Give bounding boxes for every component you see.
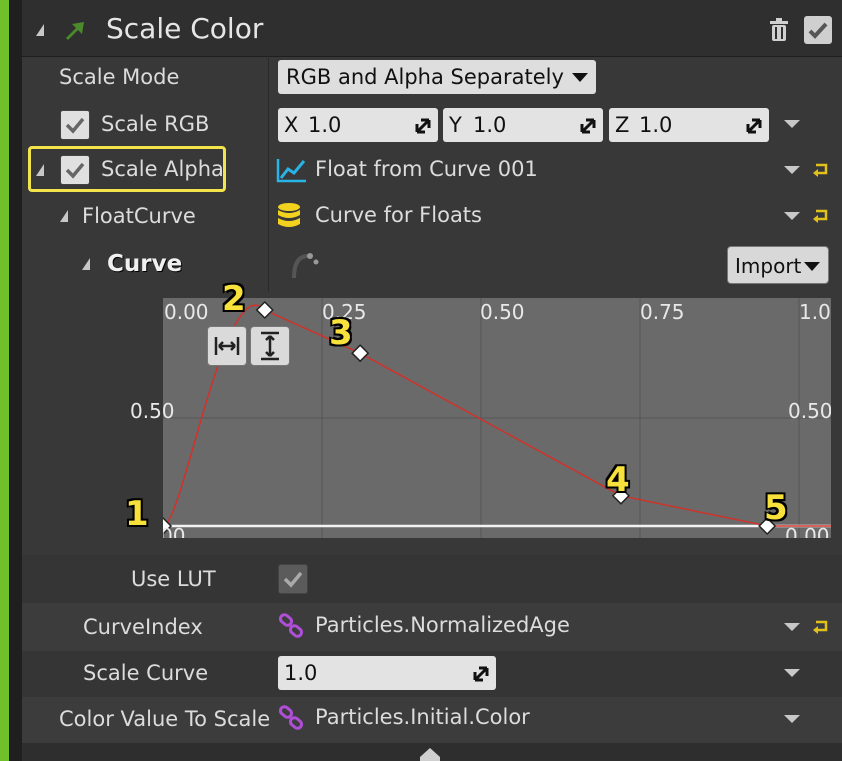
module-color-bar xyxy=(0,0,9,761)
fit-vertical-button[interactable] xyxy=(250,326,290,366)
curve-index-value[interactable]: Particles.NormalizedAge xyxy=(315,613,570,637)
row-color-value: Color Value To Scale Particles.Initial.C… xyxy=(22,697,842,743)
float-curve-label: FloatCurve xyxy=(82,204,196,228)
curve-tangent-icon[interactable] xyxy=(288,248,322,282)
z-axis-label: Z xyxy=(615,113,630,137)
x-tick-label: 0.00 xyxy=(164,300,209,324)
collapse-arrow-icon[interactable] xyxy=(36,24,44,36)
x-axis-label: X xyxy=(284,113,299,137)
module-title: Scale Color xyxy=(106,12,264,45)
curve-index-label: CurveIndex xyxy=(83,615,203,639)
chevron-down-icon[interactable] xyxy=(784,623,800,631)
scale-rgb-y-field[interactable]: Y 1.0 xyxy=(443,108,603,142)
x-tick-label: 0.50 xyxy=(480,300,525,324)
scale-alpha-checkbox[interactable] xyxy=(60,155,90,185)
chevron-down-icon[interactable] xyxy=(784,669,800,677)
reset-arrow-icon[interactable] xyxy=(812,161,830,177)
bottom-right-label: 0.00 xyxy=(785,524,830,538)
scale-rgb-checkbox[interactable] xyxy=(60,110,90,140)
scale-rgb-z-field[interactable]: Z 1.0 xyxy=(609,108,769,142)
chevron-down-icon xyxy=(804,262,820,271)
fit-vertical-icon xyxy=(261,331,279,361)
import-button-label: Import xyxy=(735,254,802,278)
expand-arrow-icon[interactable] xyxy=(414,117,432,135)
x-value: 1.0 xyxy=(308,113,342,137)
fit-horizontal-button[interactable] xyxy=(207,326,247,366)
use-lut-checkbox[interactable] xyxy=(278,564,308,594)
y-tick-label-left: 0.50 xyxy=(130,399,175,423)
x-tick-label: 0.75 xyxy=(640,300,685,324)
scale-rgb-label: Scale RGB xyxy=(101,112,210,136)
expand-arrow-icon[interactable] xyxy=(60,210,68,222)
z-value: 1.0 xyxy=(639,113,673,137)
row-scale-mode: Scale Mode RGB and Alpha Separately xyxy=(22,56,842,102)
scale-mode-dropdown[interactable]: RGB and Alpha Separately xyxy=(278,60,596,94)
use-lut-label: Use LUT xyxy=(131,567,216,591)
link-icon xyxy=(278,613,304,638)
float-curve-value[interactable]: Curve for Floats xyxy=(315,203,482,227)
scale-alpha-label: Scale Alpha xyxy=(101,157,224,181)
expand-arrow-icon[interactable] xyxy=(579,117,597,135)
link-icon xyxy=(278,705,304,730)
row-float-curve: FloatCurve Curve for Floats xyxy=(22,194,842,238)
curve-label: Curve xyxy=(107,251,183,277)
key-annotation-5: 5 xyxy=(764,488,788,528)
y-value: 1.0 xyxy=(473,113,507,137)
scale-mode-label: Scale Mode xyxy=(59,65,180,89)
module-icon xyxy=(66,22,84,40)
collapse-up-base xyxy=(420,757,440,761)
curve-graph-icon xyxy=(276,159,306,183)
reset-arrow-icon[interactable] xyxy=(812,618,830,634)
row-scale-rgb: Scale RGB X 1.0 Y 1.0 Z 1.0 xyxy=(22,102,842,148)
row-scale-curve: Scale Curve 1.0 xyxy=(22,651,842,697)
curve-key-point[interactable] xyxy=(351,344,370,363)
module-left-gutter xyxy=(9,0,22,761)
expand-arrow-icon[interactable] xyxy=(82,258,90,270)
chevron-down-icon[interactable] xyxy=(784,166,800,174)
color-value-label: Color Value To Scale xyxy=(59,707,271,731)
key-annotation-1: 1 xyxy=(125,494,149,534)
x-tick-label: 1.00 xyxy=(799,300,831,324)
curve-key-point[interactable] xyxy=(255,300,274,320)
scale-alpha-value[interactable]: Float from Curve 001 xyxy=(315,157,538,181)
scale-mode-value: RGB and Alpha Separately xyxy=(286,65,564,89)
row-curve-index: CurveIndex Particles.NormalizedAge xyxy=(22,603,842,651)
bottom-left-label: 0.00 xyxy=(163,524,186,538)
scale-curve-label: Scale Curve xyxy=(83,661,209,685)
key-annotation-4: 4 xyxy=(606,460,630,500)
import-button[interactable]: Import xyxy=(727,246,829,284)
fit-horizontal-icon xyxy=(214,337,240,355)
curve-editor[interactable]: 0.00 0.25 0.50 0.75 1.00 0.50 0.00 0.00 xyxy=(163,298,831,538)
chevron-down-icon xyxy=(572,73,588,82)
y-axis-label: Y xyxy=(449,113,462,137)
y-tick-label-right: 0.50 xyxy=(788,399,831,423)
scale-curve-value: 1.0 xyxy=(284,661,318,685)
row-scale-alpha: Scale Alpha Float from Curve 001 xyxy=(22,146,842,194)
expand-arrow-icon[interactable] xyxy=(745,117,763,135)
reset-arrow-icon[interactable] xyxy=(812,207,830,223)
chevron-down-icon[interactable] xyxy=(784,715,800,723)
scale-curve-field[interactable]: 1.0 xyxy=(278,656,496,690)
color-value-value[interactable]: Particles.Initial.Color xyxy=(315,705,530,729)
key-annotation-3: 3 xyxy=(329,313,353,353)
row-use-lut: Use LUT xyxy=(22,555,842,603)
database-icon xyxy=(278,203,300,227)
enabled-check-icon[interactable] xyxy=(804,16,832,44)
expand-arrow-icon[interactable] xyxy=(472,665,490,683)
row-curve: Curve Import xyxy=(22,240,842,292)
chevron-down-icon[interactable] xyxy=(784,212,800,220)
scale-rgb-x-field[interactable]: X 1.0 xyxy=(278,108,438,142)
chevron-down-icon[interactable] xyxy=(784,120,800,128)
trash-icon[interactable] xyxy=(768,18,790,42)
collapse-up-icon[interactable] xyxy=(420,748,440,757)
module-header[interactable]: Scale Color xyxy=(22,0,842,57)
key-annotation-2: 2 xyxy=(222,279,246,319)
